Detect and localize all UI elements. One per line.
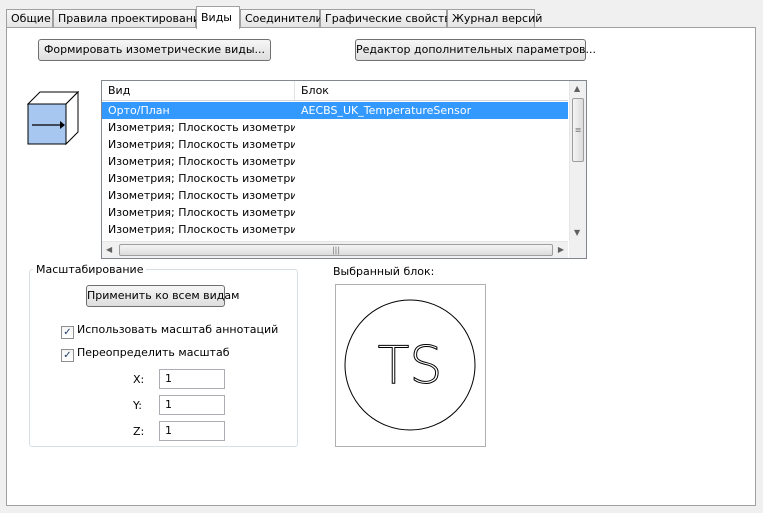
list-rows: Орто/План AECBS_UK_TemperatureSensor Изом… [102, 102, 568, 238]
vertical-scrollbar[interactable]: ▲ ≡ ▼ [569, 81, 586, 241]
list-row[interactable]: Изометрия; Плоскость изометрии... [102, 187, 568, 204]
apply-to-all-views-label: Применить ко всем видам [87, 289, 240, 302]
scale-x-field[interactable]: 1 [159, 369, 225, 389]
override-scale-label: Переопределить масштаб [77, 346, 230, 359]
cell-view: Орто/План [108, 104, 170, 117]
scale-x-label: X: [133, 373, 145, 386]
scroll-left-arrow-icon[interactable]: ◀ [106, 245, 112, 255]
scroll-right-arrow-icon[interactable]: ▶ [558, 245, 564, 255]
apply-to-all-views-button[interactable]: Применить ко всем видам [86, 285, 239, 307]
cell-view: Изометрия; Плоскость изометрии... [108, 172, 295, 185]
list-row[interactable]: Изометрия; Плоскость изометрии... [102, 153, 568, 170]
scroll-down-arrow-icon[interactable]: ▼ [574, 228, 580, 238]
cell-view: Изометрия; Плоскость изометрии... [108, 138, 295, 151]
tab-general[interactable]: Общие [6, 9, 53, 28]
override-scale-checkbox[interactable]: ✓ Переопределить масштаб [61, 346, 230, 362]
tab-graphic-properties[interactable]: Графические свойства [320, 9, 457, 28]
scale-y-label: Y: [133, 399, 142, 412]
scaling-group-title: Масштабирование [33, 263, 147, 277]
tab-version-history[interactable]: Журнал версий [447, 9, 542, 28]
cell-view: Изометрия; Плоскость изометрии... [108, 121, 295, 134]
use-annotation-scale-checkbox[interactable]: ✓ Использовать масштаб аннотаций [61, 323, 279, 339]
generate-isometric-views-label: Формировать изометрические виды... [43, 43, 266, 56]
view-direction-cube-icon [27, 90, 79, 146]
grip-icon: ||| [331, 245, 341, 255]
extra-parameters-editor-button[interactable]: Редактор дополнительных параметров... [355, 39, 596, 61]
cell-block: AECBS_UK_TemperatureSensor [301, 104, 472, 117]
scroll-up-arrow-icon[interactable]: ▲ [574, 84, 580, 94]
list-row[interactable]: Изометрия; Плоскость изометрии... [102, 221, 568, 238]
scale-z-field[interactable]: 1 [159, 421, 225, 441]
list-row[interactable]: Изометрия; Плоскость изометрии... [102, 170, 568, 187]
horizontal-scroll-thumb[interactable]: ||| [119, 244, 553, 256]
scrollbar-corner [569, 241, 586, 258]
scale-y-field[interactable]: 1 [159, 395, 225, 415]
scale-z-label: Z: [133, 425, 145, 438]
tab-views[interactable]: Виды [196, 6, 240, 29]
tab-design-rules[interactable]: Правила проектирования [53, 9, 207, 28]
list-row[interactable]: Изометрия; Плоскость изометрии... [102, 136, 568, 153]
vertical-scroll-thumb[interactable]: ≡ [572, 98, 584, 162]
cell-view: Изометрия; Плоскость изометрии... [108, 155, 295, 168]
selected-block-title: Выбранный блок: [333, 265, 435, 278]
symbol-text: TS [378, 336, 443, 396]
use-annotation-scale-label: Использовать масштаб аннотаций [77, 323, 279, 336]
checkmark-icon[interactable]: ✓ [61, 349, 74, 362]
list-header: Вид Блок [102, 81, 568, 101]
column-header-block[interactable]: Блок [295, 81, 568, 100]
cell-view: Изометрия; Плоскость изометрии... [108, 206, 295, 219]
temperature-sensor-symbol-icon: TS [344, 299, 476, 431]
column-header-view[interactable]: Вид [102, 81, 295, 100]
grip-icon: ≡ [574, 125, 582, 135]
horizontal-scrollbar[interactable]: ◀ ||| ▶ [102, 241, 568, 258]
list-row[interactable]: Изометрия; Плоскость изометрии... [102, 204, 568, 221]
views-list[interactable]: Вид Блок Орто/План AECBS_UK_TemperatureSe… [101, 80, 587, 259]
views-panel: Формировать изометрические виды... Редак… [6, 27, 756, 506]
list-row[interactable]: Орто/План AECBS_UK_TemperatureSensor [102, 102, 568, 119]
list-row[interactable]: Изометрия; Плоскость изометрии... [102, 119, 568, 136]
block-preview: TS [335, 284, 486, 447]
tab-connectors[interactable]: Соединители [240, 9, 323, 28]
cell-view: Изометрия; Плоскость изометрии... [108, 223, 295, 236]
generate-isometric-views-button[interactable]: Формировать изометрические виды... [38, 39, 271, 61]
tab-strip: Общие Правила проектирования Виды Соедин… [0, 6, 763, 29]
checkmark-icon[interactable]: ✓ [61, 326, 74, 339]
extra-parameters-editor-label: Редактор дополнительных параметров... [356, 43, 597, 56]
cell-view: Изометрия; Плоскость изометрии... [108, 189, 295, 202]
